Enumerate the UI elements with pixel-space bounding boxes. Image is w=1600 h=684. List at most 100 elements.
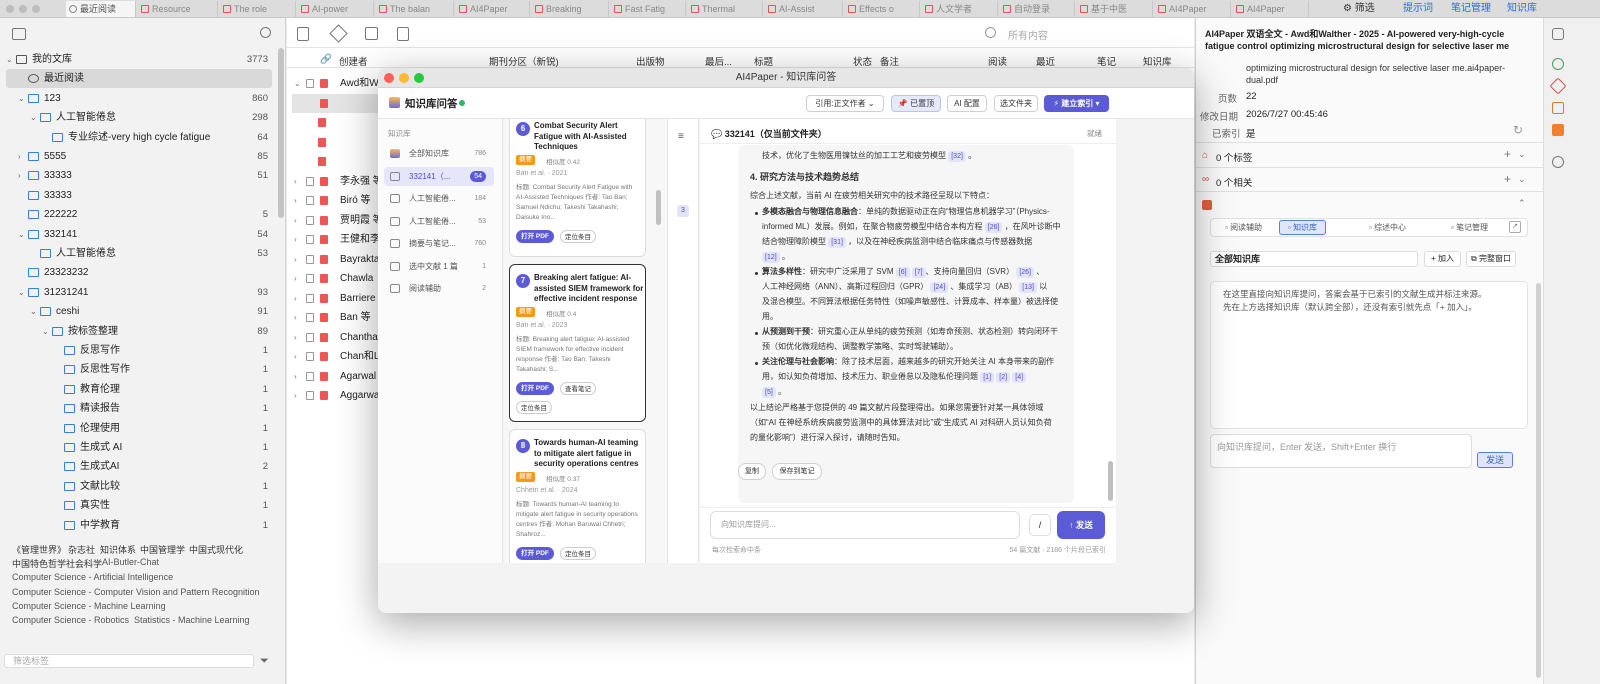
related-sidebar-icon[interactable] [1552,102,1564,114]
table-row[interactable]: › 王健和李 [290,230,390,249]
close-dialog-button[interactable] [384,73,394,83]
table-row[interactable]: › Chanthav [290,328,390,347]
table-row[interactable]: › 贾明霞 等 [290,211,390,230]
row-chevron-icon[interactable]: › [294,269,297,288]
magic-wand-icon[interactable] [329,24,348,43]
library-item[interactable]: 教育伦理 1 [6,380,272,399]
row-chevron-icon[interactable]: › [294,328,297,347]
row-chevron-icon[interactable]: › [294,172,297,191]
source-card[interactable]: 7 Breaking alert fatigue: AI-assisted SIE… [509,264,646,422]
row-chevron-icon[interactable]: › [294,308,297,327]
table-row[interactable]: › Chan和Le [290,347,390,366]
note-icon[interactable] [397,27,409,41]
column-header[interactable]: 最后... [705,54,732,68]
chevron-down-icon[interactable]: ⌄ [6,50,13,69]
minimize-dialog-button[interactable] [399,73,409,83]
right-scrollbar[interactable] [1536,283,1541,678]
library-item[interactable]: 反思写作 1 [6,341,272,360]
minimize-window-button[interactable] [19,5,27,13]
table-row[interactable]: › Agarwal [290,367,390,386]
table-row[interactable]: › 李永强 等 [290,172,390,191]
kb-item[interactable]: 人工智能倦... 53 [384,212,494,231]
slash-command-button[interactable]: / [1029,514,1051,536]
view-notes-button[interactable]: 查看笔记 [560,382,596,395]
library-item[interactable]: ⌄ 332141 54 [6,225,272,244]
add-attachment-icon[interactable] [365,27,378,40]
row-chevron-icon[interactable]: › [294,367,297,386]
citation[interactable]: [32] [948,151,966,162]
kb-select[interactable]: 全部知识库 [1210,251,1418,267]
open-pdf-button[interactable]: 打开 PDF [516,382,554,395]
kb-item[interactable]: 选中文献 1 篇 1 [384,257,494,276]
library-scrollbar[interactable] [278,48,284,218]
locate-icon[interactable] [1552,156,1564,168]
library-item[interactable]: ⌄ 按标签整理 89 [6,322,272,341]
library-item[interactable]: ⌄ 人工智能倦怠 298 [6,108,272,127]
kb-item[interactable]: 阅读辅助 2 [384,279,494,298]
chevron-down-icon[interactable]: ⌄ [18,225,25,244]
tag-item[interactable]: 杂志社 [68,543,95,556]
column-header[interactable]: 标题 [754,54,773,68]
chevron-down-icon[interactable]: ⌄ [18,89,25,108]
tag-item[interactable]: Computer Science - Robotics [12,615,129,625]
library-item[interactable]: ⌄ 我的文库 3773 [6,50,272,69]
table-row[interactable] [292,93,388,113]
tab-1[interactable]: 最近阅读 [66,1,136,17]
zoom-dialog-button[interactable] [414,73,424,83]
table-row[interactable]: › Barriere [290,289,390,308]
tag-item[interactable]: 中国管理学 [140,543,185,556]
chevron-down-icon[interactable]: ⌄ [30,302,37,321]
filter-button[interactable]: ⚙ 筛选 [1343,1,1375,17]
ai-config-button[interactable]: AI 配置 [947,95,987,112]
tab-5[interactable]: The balan [376,1,454,17]
send-button[interactable]: ↑ 发送 [1057,511,1105,539]
library-item[interactable]: › 33333 51 [6,166,272,185]
tab-15[interactable]: AI4Paper [1155,1,1231,17]
table-row[interactable]: › Chawla [290,269,390,288]
choose-folder-button[interactable]: 选文件夹 [994,95,1038,112]
column-header[interactable]: 最近 [1036,54,1055,68]
add-to-kb-button[interactable]: + 加入 [1424,251,1461,267]
table-row[interactable]: › Biró 等 [290,191,390,210]
chevron-down-icon[interactable]: ⌄ [1518,149,1526,160]
sidebar-toggle-icon[interactable] [1552,28,1564,40]
tag-item[interactable]: AI-Butler-Chat [102,557,159,567]
kb-item[interactable]: 人工智能倦... 184 [384,189,494,208]
notes-manage-button[interactable]: 笔记管理 [1451,1,1491,17]
row-chevron-icon[interactable]: › [294,289,297,308]
chevron-up-icon[interactable]: ⌃ [1518,198,1526,209]
column-header[interactable]: 知识库 [1143,54,1172,68]
tag-sidebar-icon[interactable] [1549,77,1567,95]
kb-item[interactable]: 摘要与笔记... 760 [384,234,494,253]
prompt-button[interactable]: 提示词 [1403,1,1433,17]
tag-item[interactable]: 知识体系 [100,543,136,556]
table-row[interactable]: ⌄ Awd和Wa [290,74,390,93]
tag-item[interactable]: Computer Science - Artificial Intelligen… [12,572,173,582]
tags-count[interactable]: 0 个标签 [1216,150,1252,164]
tag-item[interactable]: 中国特色哲学社会科学 [12,557,102,570]
tag-item[interactable]: Computer Science - Computer Vision and P… [12,587,259,597]
question-input[interactable]: 向知识库提问... [710,511,1020,539]
sources-scrollbar[interactable] [656,190,661,225]
save-to-note-button[interactable]: 保存到笔记 [772,463,822,480]
column-header[interactable]: 状态 [853,54,872,68]
chevron-down-icon[interactable]: ⌄ [18,283,25,302]
tab-3[interactable]: The role [220,1,296,17]
subtab[interactable]: ▫ 笔记管理 [1443,220,1496,235]
tag-item[interactable]: 《管理世界》 [12,543,66,556]
library-item[interactable]: 专业综述-very high cycle fatigue 64 [6,128,272,147]
library-item[interactable]: 生成式AI 2 [6,457,272,476]
subtab[interactable]: ▫ 阅读辅助 [1217,220,1270,235]
library-item[interactable]: 人工智能倦怠 53 [6,244,272,263]
subtab[interactable]: ▫ 知识库 [1279,220,1327,235]
table-row[interactable] [290,133,390,152]
tab-10[interactable]: AI-Assist [765,1,843,17]
open-pdf-button[interactable]: 打开 PDF [516,547,554,560]
library-item[interactable]: 真实性 1 [6,496,272,515]
column-header[interactable]: 期刊分区（新锐) [489,54,559,68]
library-item[interactable]: 反思性写作 1 [6,360,272,379]
knowledge-base-button[interactable]: 知识库 [1507,1,1537,17]
tab-12[interactable]: 人文学者 [922,1,998,17]
kb-send-button[interactable]: 发送 [1477,452,1513,468]
row-chevron-icon[interactable]: › [294,347,297,366]
